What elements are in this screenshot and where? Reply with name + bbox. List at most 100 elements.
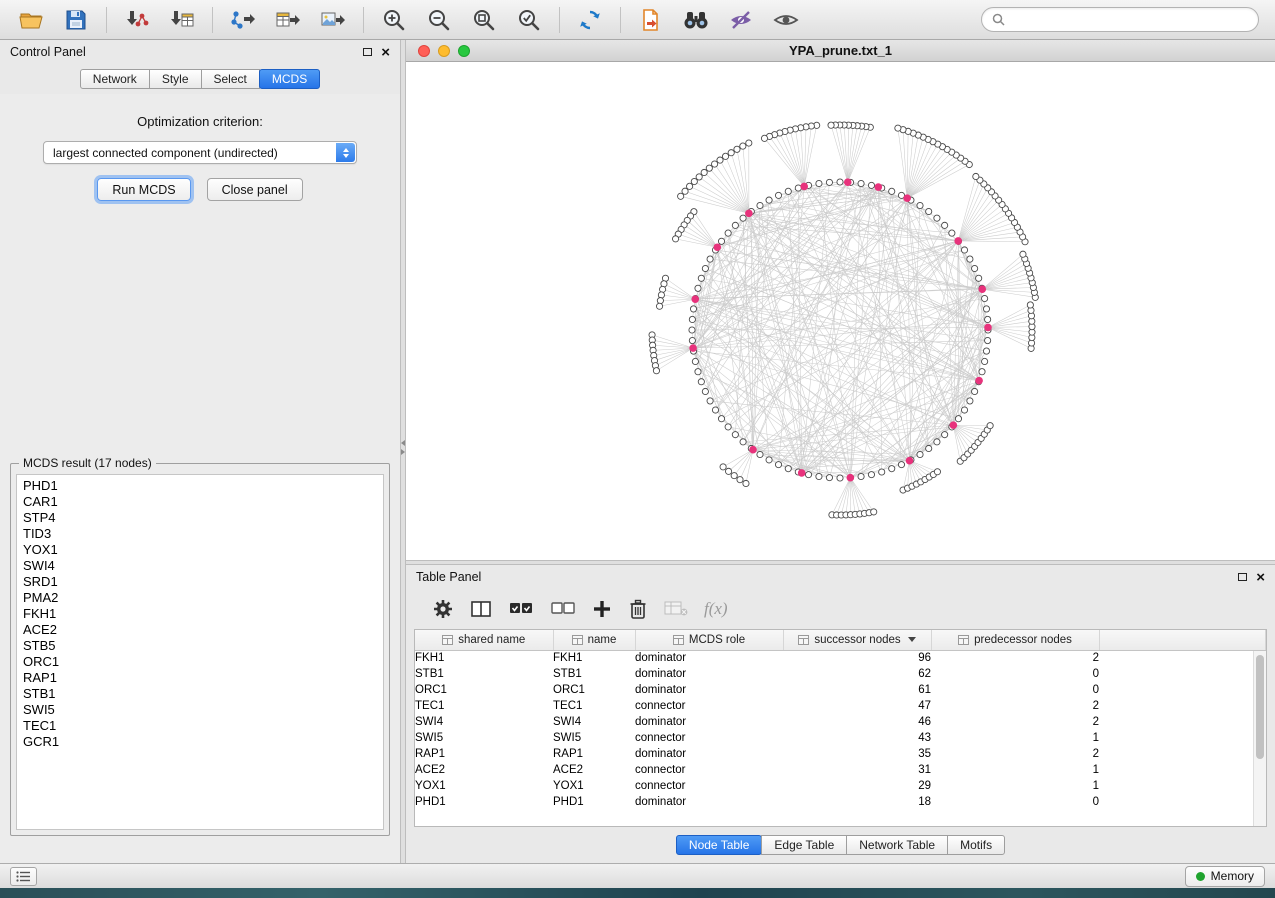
column-header-MCDS-role[interactable]: MCDS role	[635, 630, 783, 650]
tab-node-table[interactable]: Node Table	[676, 835, 763, 855]
export-network-button[interactable]	[222, 4, 264, 36]
mcds-result-item[interactable]: ORC1	[23, 654, 377, 670]
zoom-fit-icon	[472, 8, 496, 32]
mcds-result-item[interactable]: TID3	[23, 526, 377, 542]
search-input[interactable]	[1011, 13, 1248, 27]
share-document-button[interactable]	[630, 4, 672, 36]
mcds-result-item[interactable]: YOX1	[23, 542, 377, 558]
network-window: YPA_prune.txt_1	[406, 40, 1275, 560]
mcds-result-item[interactable]: RAP1	[23, 670, 377, 686]
refresh-button[interactable]	[569, 4, 611, 36]
mcds-result-item[interactable]: FKH1	[23, 606, 377, 622]
table-row[interactable]: STB1STB1dominator620	[415, 666, 1266, 682]
zoom-in-icon	[382, 8, 406, 32]
zoom-fit-button[interactable]	[463, 4, 505, 36]
zoom-out-icon	[427, 8, 451, 32]
show-hide-button[interactable]	[765, 4, 807, 36]
close-panel-button[interactable]: Close panel	[207, 178, 303, 201]
mcds-result-item[interactable]: GCR1	[23, 734, 377, 750]
table-settings-button[interactable]	[432, 598, 454, 620]
select-stepper-icon	[336, 143, 355, 162]
find-button[interactable]	[675, 4, 717, 36]
maximize-window-icon[interactable]	[458, 45, 470, 57]
mcds-result-item[interactable]: SWI5	[23, 702, 377, 718]
table-scrollbar[interactable]	[1253, 651, 1266, 826]
mcds-result-item[interactable]: SRD1	[23, 574, 377, 590]
table-row[interactable]: SWI5SWI5connector431	[415, 730, 1266, 746]
table-row[interactable]: ORC1ORC1dominator610	[415, 682, 1266, 698]
float-icon[interactable]	[363, 48, 372, 56]
mcds-result-item[interactable]: CAR1	[23, 494, 377, 510]
create-column-button[interactable]	[592, 599, 612, 619]
mcds-result-item[interactable]: ACE2	[23, 622, 377, 638]
export-table-button[interactable]	[267, 4, 309, 36]
table-row[interactable]: FKH1FKH1dominator962	[415, 650, 1266, 666]
column-header-shared-name[interactable]: shared name	[415, 630, 553, 650]
node-table: shared namenameMCDS rolesuccessor nodesp…	[414, 629, 1267, 827]
show-columns-button[interactable]	[470, 599, 492, 619]
optimization-label: Optimization criterion:	[0, 114, 400, 129]
table-row[interactable]: SWI4SWI4dominator462	[415, 714, 1266, 730]
tab-edge-table[interactable]: Edge Table	[761, 835, 847, 855]
tab-motifs[interactable]: Motifs	[947, 835, 1005, 855]
column-type-icon	[798, 635, 809, 645]
table-row[interactable]: YOX1YOX1connector291	[415, 778, 1266, 794]
open-session-button[interactable]	[10, 4, 52, 36]
mcds-result-item[interactable]: STB1	[23, 686, 377, 702]
save-session-button[interactable]	[55, 4, 97, 36]
network-canvas[interactable]	[406, 62, 1275, 560]
close-icon[interactable]: ×	[381, 45, 390, 60]
export-image-button[interactable]	[312, 4, 354, 36]
scrollbar-thumb[interactable]	[1256, 655, 1264, 759]
save-icon	[64, 8, 88, 32]
mcds-result-item[interactable]: PHD1	[23, 478, 377, 494]
column-header-name[interactable]: name	[553, 630, 635, 650]
table-row[interactable]: RAP1RAP1dominator352	[415, 746, 1266, 762]
tab-mcds[interactable]: MCDS	[259, 69, 320, 89]
mcds-result-item[interactable]: PMA2	[23, 590, 377, 606]
export-image-icon	[320, 8, 346, 32]
share-document-icon	[639, 8, 663, 32]
import-table-button[interactable]	[161, 4, 203, 36]
tab-network-table[interactable]: Network Table	[846, 835, 948, 855]
mcds-result-list[interactable]: PHD1CAR1STP4TID3YOX1SWI4SRD1PMA2FKH1ACE2…	[16, 474, 384, 830]
sort-caret-icon[interactable]	[908, 637, 916, 642]
zoom-out-button[interactable]	[418, 4, 460, 36]
mcds-result-item[interactable]: TEC1	[23, 718, 377, 734]
tab-select[interactable]: Select	[201, 69, 260, 89]
zoom-selected-button[interactable]	[508, 4, 550, 36]
mcds-result-item[interactable]: SWI4	[23, 558, 377, 574]
search-box[interactable]	[981, 7, 1259, 32]
column-header-predecessor-nodes[interactable]: predecessor nodes	[931, 630, 1099, 650]
delete-column-button[interactable]	[628, 598, 648, 620]
table-panel-header: Table Panel ×	[406, 565, 1275, 589]
unselect-all-columns-button[interactable]	[550, 599, 576, 619]
table-row[interactable]: ACE2ACE2connector311	[415, 762, 1266, 778]
panel-menu-button[interactable]	[10, 867, 37, 886]
import-table-icon	[169, 8, 195, 32]
memory-button[interactable]: Memory	[1185, 866, 1265, 887]
mcds-result-item[interactable]: STP4	[23, 510, 377, 526]
run-mcds-button[interactable]: Run MCDS	[97, 178, 190, 201]
toolbar-separator	[363, 7, 364, 33]
tab-network[interactable]: Network	[80, 69, 150, 89]
import-network-button[interactable]	[116, 4, 158, 36]
tab-style[interactable]: Style	[149, 69, 202, 89]
minimize-window-icon[interactable]	[438, 45, 450, 57]
close-window-icon[interactable]	[418, 45, 430, 57]
memory-status-dot	[1196, 872, 1205, 881]
unselect-all-icon	[550, 599, 576, 619]
table-row[interactable]: TEC1TEC1connector472	[415, 698, 1266, 714]
graphics-details-button[interactable]	[720, 4, 762, 36]
import-network-icon	[124, 8, 150, 32]
select-all-columns-button[interactable]	[508, 599, 534, 619]
close-icon[interactable]: ×	[1256, 570, 1265, 585]
status-bar: Memory	[0, 863, 1275, 888]
criterion-select[interactable]: largest connected component (undirected)	[43, 141, 357, 164]
mcds-result-item[interactable]: STB5	[23, 638, 377, 654]
column-header-successor-nodes[interactable]: successor nodes	[783, 630, 931, 650]
float-icon[interactable]	[1238, 573, 1247, 581]
network-view[interactable]	[406, 62, 1275, 560]
table-row[interactable]: PHD1PHD1dominator180	[415, 794, 1266, 810]
zoom-in-button[interactable]	[373, 4, 415, 36]
